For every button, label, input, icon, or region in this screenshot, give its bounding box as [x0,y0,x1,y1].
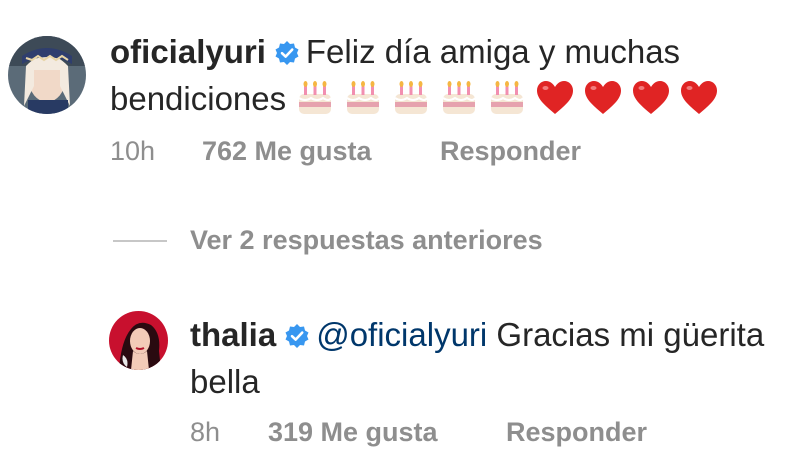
reply-button[interactable]: Responder [440,136,581,167]
birthday-cake-emoji [394,81,429,114]
comment-thalia: thalia @oficialyuri Gracias mi güerita b… [190,311,790,405]
mention-link[interactable]: @oficialyuri [316,316,487,353]
comment-time: 10h [110,136,156,166]
avatar-oficialyuri[interactable] [8,36,86,114]
emoji-list [295,80,727,117]
username-thalia[interactable]: thalia [190,316,276,353]
red-heart-emoji [681,81,718,114]
view-previous-replies-button[interactable]: Ver 2 respuestas anteriores [190,225,543,256]
comment-meta: 10h 762 Me gusta Responder [110,136,581,167]
comment-meta: 8h 319 Me gusta Responder [190,417,647,448]
reply-button[interactable]: Responder [506,417,647,448]
avatar-thalia[interactable] [109,311,168,370]
replies-divider [113,240,167,242]
birthday-cake-emoji [298,81,333,114]
birthday-cake-emoji [442,81,477,114]
username-oficialyuri[interactable]: oficialyuri [110,33,266,70]
red-heart-emoji [537,81,574,114]
verified-badge-icon [275,41,299,65]
likes-count-button[interactable]: 319 Me gusta [268,417,506,448]
birthday-cake-emoji [490,81,525,114]
likes-count-button[interactable]: 762 Me gusta [202,136,440,167]
comment-oficialyuri: oficialyuri Feliz día amiga y muchas ben… [110,28,790,122]
verified-badge-icon [285,324,309,348]
comment-time: 8h [190,417,221,447]
birthday-cake-emoji [346,81,381,114]
red-heart-emoji [633,81,670,114]
red-heart-emoji [585,81,622,114]
